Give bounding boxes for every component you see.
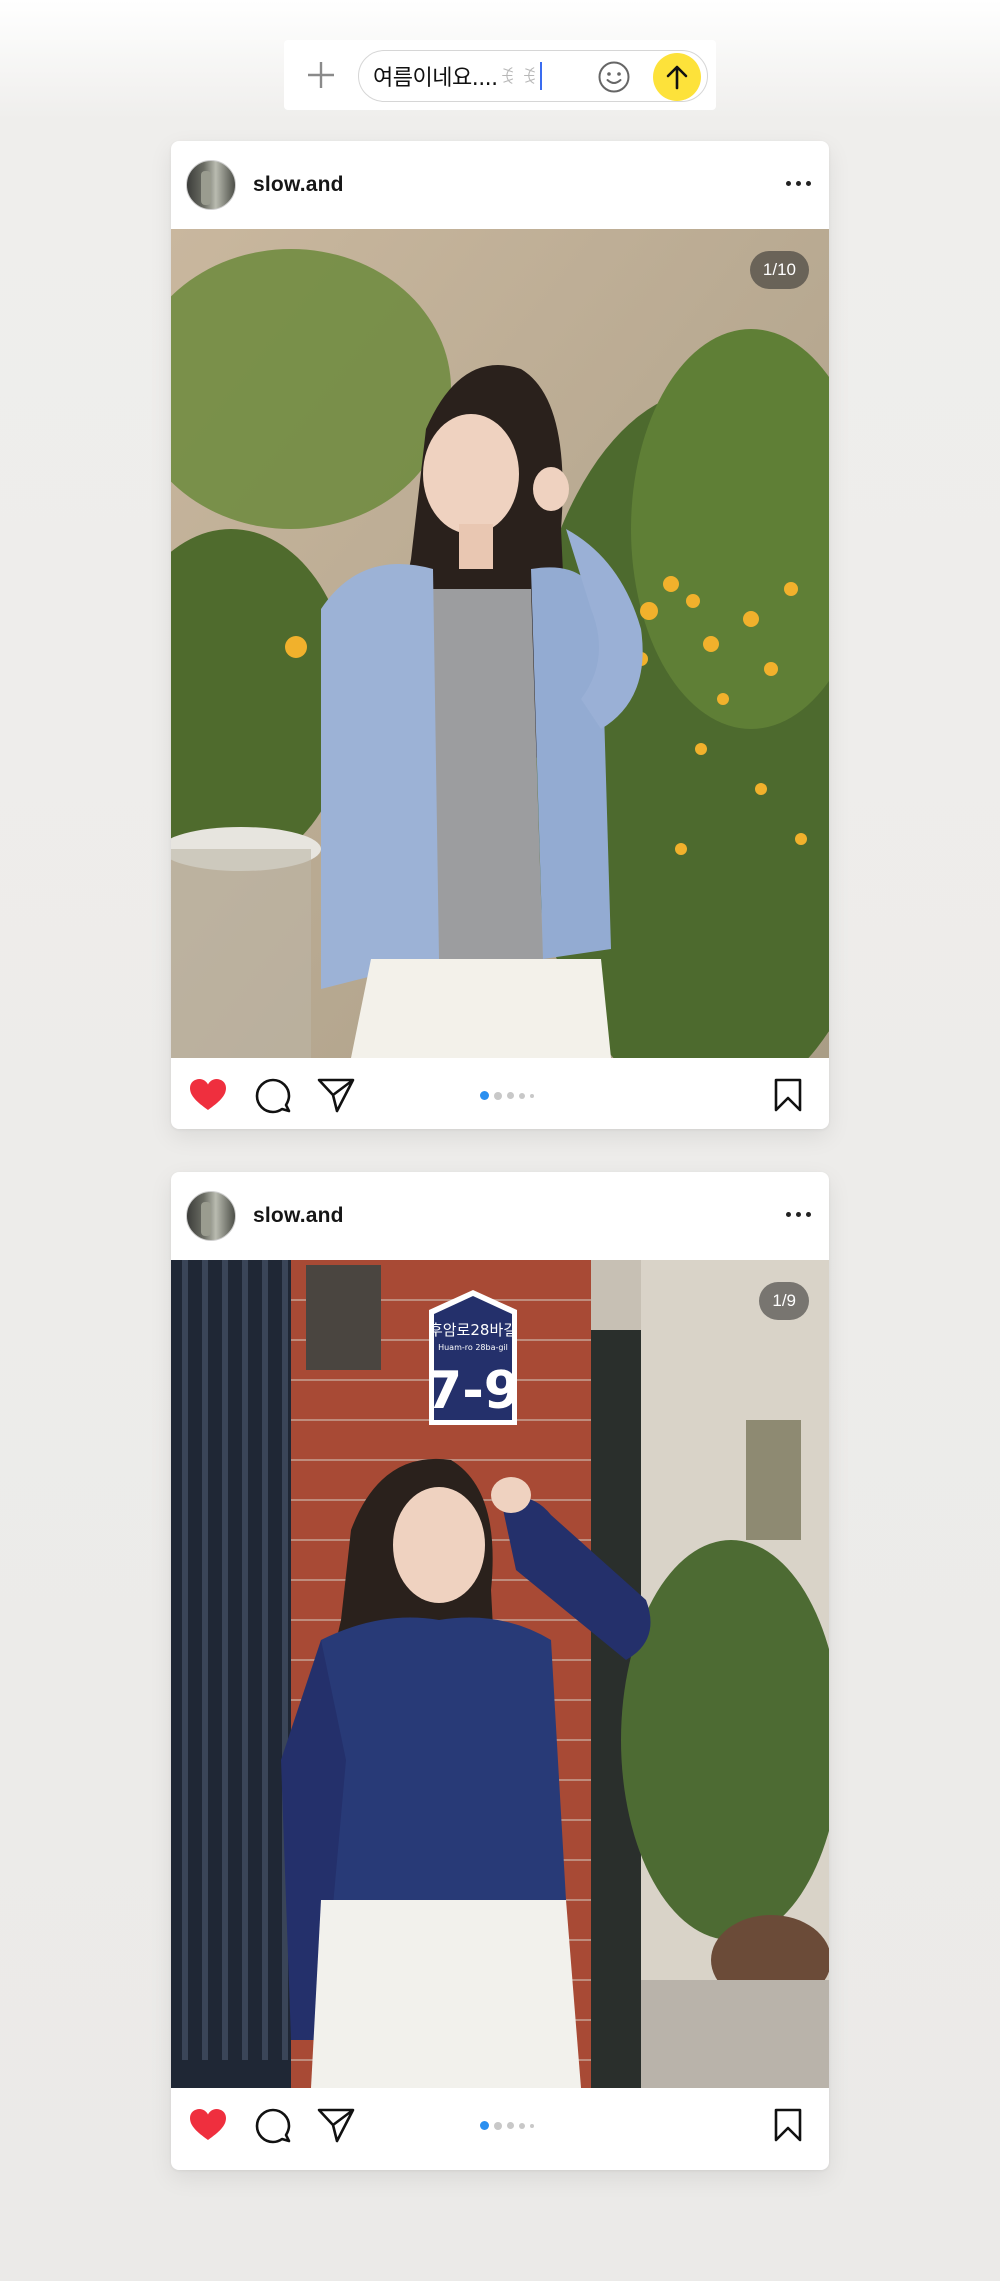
send-button[interactable] [653,53,701,101]
share-icon[interactable] [317,1077,355,1113]
heart-icon[interactable] [189,2108,227,2142]
more-options-icon[interactable] [786,1212,811,1217]
post-actions [171,2088,829,2160]
carousel-dot [519,2122,525,2129]
sign-number: 7-9 [426,1361,520,1421]
instagram-post-1: slow.and 1/10 [171,141,829,1129]
message-text: 여름이네요.... [373,66,498,91]
post-photo[interactable]: 1/10 [171,229,829,1058]
sign-korean: 후암로28바길 [429,1321,517,1339]
message-composer: 여름이네요.... ꉂ ꉂ [284,40,716,110]
plus-icon [308,62,334,88]
slide-counter: 1/10 [749,251,809,289]
post-header: slow.and [171,141,829,229]
carousel-dots [480,1091,534,1100]
arrow-up-icon [666,65,688,90]
more-options-icon[interactable] [786,181,811,186]
add-button[interactable] [284,40,358,110]
carousel-dot [507,2122,514,2129]
carousel-dot [519,1092,525,1099]
sign-roman: Huam-ro 28ba-gil [438,1343,508,1352]
smile-icon[interactable] [597,60,631,94]
username[interactable]: slow.and [253,1204,344,1228]
carousel-dot [507,1092,514,1099]
post-header: slow.and [171,1172,829,1260]
bookmark-icon[interactable] [773,1078,803,1112]
carousel-dot [494,2121,502,2130]
username[interactable]: slow.and [253,173,344,197]
comment-icon[interactable] [255,2108,291,2144]
share-icon[interactable] [317,2107,355,2143]
bookmark-icon[interactable] [773,2108,803,2142]
text-caret [540,62,543,90]
carousel-dot [494,1091,502,1100]
carousel-dot-active [480,2121,489,2130]
carousel-dots [480,2121,534,2130]
comment-icon[interactable] [255,1078,291,1114]
carousel-dot-active [480,1091,489,1100]
carousel-dot [530,2123,534,2128]
post-actions [171,1058,829,1129]
carousel-dot [530,1093,534,1098]
slide-counter: 1/9 [759,1282,809,1320]
post-photo[interactable]: 후암로28바길 Huam-ro 28ba-gil 7-9 1/9 [171,1260,829,2088]
photo-garden-woman [171,229,829,1058]
photo-brick-wall-woman: 후암로28바길 Huam-ro 28ba-gil 7-9 [171,1260,829,2088]
instagram-post-2: slow.and 후암로28바길 Huam-ro 28ba-gil 7-9 1/… [171,1172,829,2170]
heart-icon[interactable] [189,1078,227,1112]
emoji-text: ꉂ ꉂ [499,65,538,89]
avatar[interactable] [186,1191,236,1241]
message-input[interactable]: 여름이네요.... ꉂ ꉂ [358,50,708,102]
avatar[interactable] [186,160,236,210]
